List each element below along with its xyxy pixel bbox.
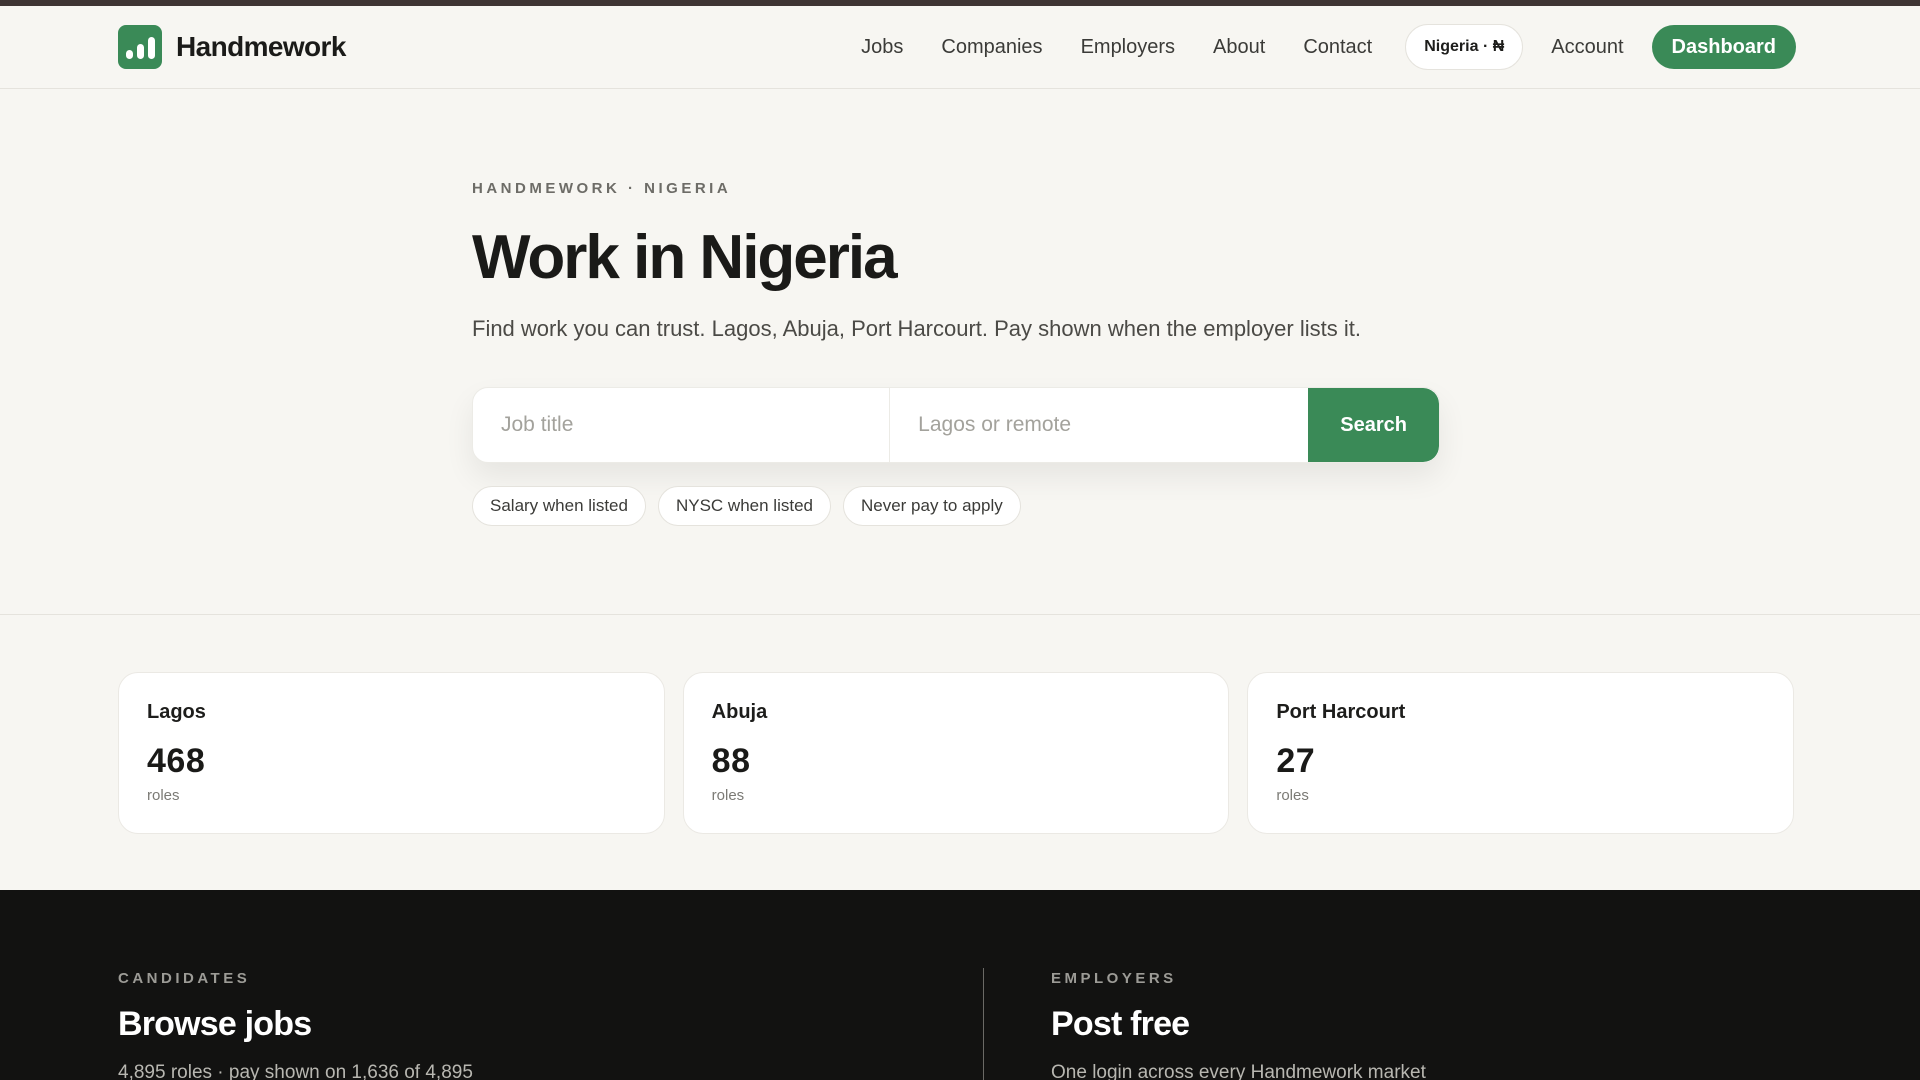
dashboard-button[interactable]: Dashboard	[1651, 25, 1796, 69]
job-search-form: Search	[472, 387, 1440, 463]
chip-salary: Salary when listed	[472, 486, 646, 526]
city-role-unit: roles	[147, 787, 180, 804]
city-card-abuja[interactable]: Abuja 88 roles	[682, 672, 1230, 834]
city-role-count: 88	[711, 742, 751, 780]
candidates-eyebrow: CANDIDATES	[118, 970, 251, 987]
city-card-lagos[interactable]: Lagos 468 roles	[118, 672, 665, 834]
employers-eyebrow: EMPLOYERS	[1051, 970, 1177, 987]
trust-chips: Salary when listed NYSC when listed Neve…	[472, 486, 1033, 526]
city-role-unit: roles	[711, 787, 745, 804]
chip-nysc: NYSC when listed	[657, 486, 831, 526]
city-role-unit: roles	[1276, 787, 1309, 804]
nav-about[interactable]: About	[1213, 36, 1265, 59]
footer-divider	[983, 968, 984, 1080]
city-cards: Lagos 468 roles Abuja 88 roles Port Harc…	[118, 672, 1795, 834]
hero-lede: Find work you can trust. Lagos, Abuja, P…	[472, 316, 1361, 342]
page-title: Work in Nigeria	[472, 223, 898, 292]
nav-account[interactable]: Account	[1551, 36, 1623, 59]
city-card-port-harcourt[interactable]: Port Harcourt 27 roles	[1247, 672, 1795, 834]
city-role-count: 27	[1276, 742, 1316, 780]
candidates-stats: 4,895 roles · pay shown on 1,636 of 4,89…	[118, 1062, 473, 1080]
market-selector[interactable]: Nigeria · ₦	[1405, 24, 1524, 70]
chip-never-pay: Never pay to apply	[842, 486, 1021, 526]
job-title-input[interactable]	[473, 388, 891, 462]
employers-panel[interactable]: EMPLOYERS Post free One login across eve…	[1051, 970, 1426, 1080]
nav-contact[interactable]: Contact	[1303, 36, 1372, 59]
post-free-title[interactable]: Post free	[1051, 1005, 1426, 1044]
city-name: Abuja	[711, 701, 768, 723]
bar-chart-icon	[118, 25, 162, 69]
search-button[interactable]: Search	[1308, 388, 1439, 462]
main-nav: Jobs Companies Employers About Contact N…	[861, 24, 1796, 70]
city-name: Port Harcourt	[1276, 701, 1406, 723]
brand-logo-link[interactable]: Handmework	[118, 25, 346, 69]
location-input[interactable]	[890, 388, 1309, 462]
employers-text: One login across every Handmework market	[1051, 1062, 1426, 1080]
nav-companies[interactable]: Companies	[941, 36, 1042, 59]
browse-jobs-title[interactable]: Browse jobs	[118, 1005, 473, 1044]
city-name: Lagos	[147, 701, 206, 723]
hero-eyebrow: HANDMEWORK · NIGERIA	[472, 180, 732, 197]
brand-name: Handmework	[176, 31, 346, 62]
site-header: Handmework Jobs Companies Employers Abou…	[0, 6, 1920, 89]
nav-jobs[interactable]: Jobs	[861, 36, 903, 59]
audience-footer: CANDIDATES Browse jobs 4,895 roles · pay…	[0, 890, 1920, 1080]
candidates-panel[interactable]: CANDIDATES Browse jobs 4,895 roles · pay…	[118, 970, 473, 1080]
hero-section: HANDMEWORK · NIGERIA Work in Nigeria Fin…	[472, 180, 1452, 342]
section-divider	[0, 614, 1920, 615]
city-role-count: 468	[147, 742, 206, 780]
nav-employers[interactable]: Employers	[1081, 36, 1175, 59]
